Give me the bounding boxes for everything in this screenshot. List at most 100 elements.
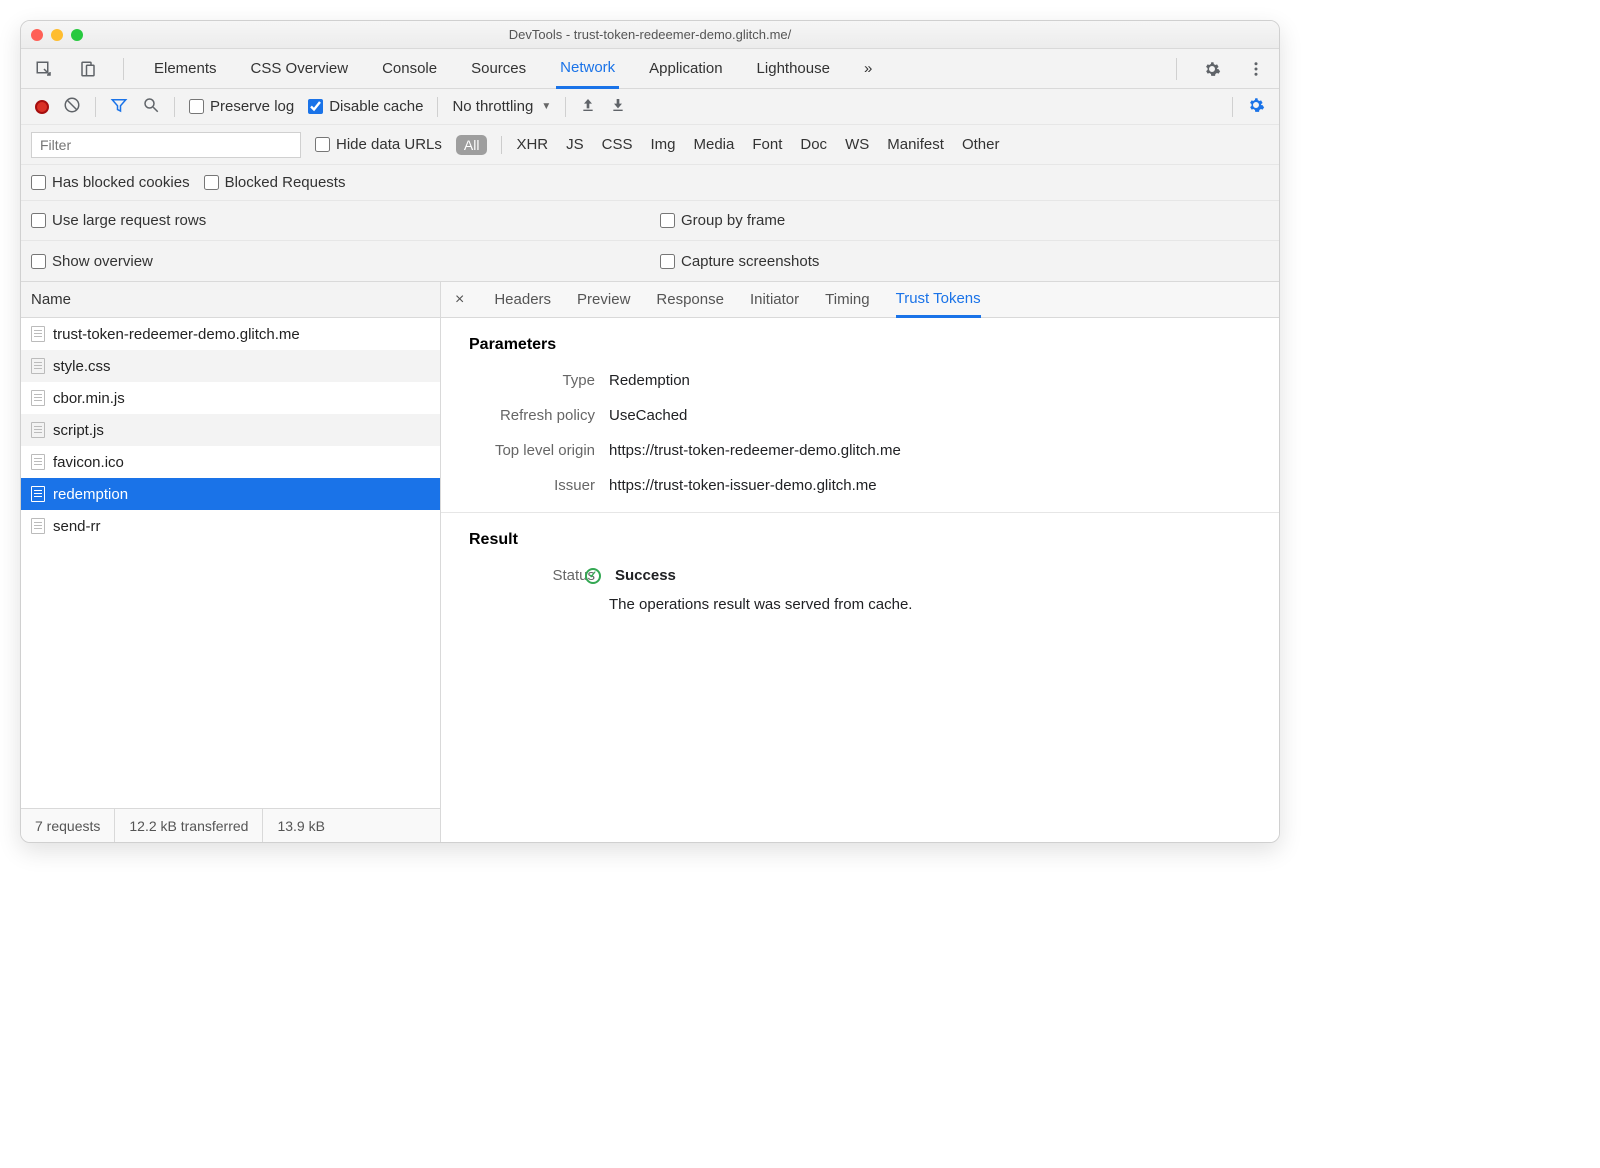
filter-type-js[interactable]: JS [566,136,584,153]
inspect-icon[interactable] [35,60,53,78]
capture-screenshots-checkbox[interactable]: Capture screenshots [660,253,819,270]
separator [1176,58,1177,80]
filter-type-ws[interactable]: WS [845,136,869,153]
request-row[interactable]: script.js [21,414,440,446]
request-row[interactable]: style.css [21,350,440,382]
tab-application[interactable]: Application [645,49,726,88]
document-icon [31,390,45,406]
status-value-text: Success [615,567,676,584]
request-name: trust-token-redeemer-demo.glitch.me [53,326,300,343]
disable-cache-checkbox[interactable]: Disable cache [308,98,423,115]
filter-types: XHR JS CSS Img Media Font Doc WS Manifest Other [516,136,999,153]
filter-type-doc[interactable]: Doc [800,136,827,153]
filter-type-xhr[interactable]: XHR [516,136,548,153]
request-name: send-rr [53,518,101,535]
request-list-panel: Name trust-token-redeemer-demo.glitch.me… [21,282,441,842]
throttling-value: No throttling [452,98,533,115]
detail-tab-response[interactable]: Response [656,282,724,317]
detail-tab-timing[interactable]: Timing [825,282,869,317]
has-blocked-cookies-checkbox[interactable]: Has blocked cookies [31,174,190,191]
tab-network[interactable]: Network [556,50,619,89]
filter-icon[interactable] [110,96,128,118]
gear-icon[interactable] [1203,60,1221,78]
param-value: https://trust-token-issuer-demo.glitch.m… [609,477,877,494]
more-tabs-button[interactable]: » [860,49,876,88]
param-label: Issuer [469,477,609,494]
blocked-requests-label: Blocked Requests [225,174,346,191]
settings-icon[interactable] [1247,96,1265,118]
tab-css-overview[interactable]: CSS Overview [247,49,353,88]
tab-elements[interactable]: Elements [150,49,221,88]
group-by-frame-checkbox[interactable]: Group by frame [660,212,785,229]
success-check-icon: ✓ [585,568,601,584]
hide-data-urls-label: Hide data URLs [336,136,442,153]
throttling-select[interactable]: No throttling ▼ [452,98,551,115]
status-value: ✓ Success The operations result was serv… [609,567,912,613]
filter-type-font[interactable]: Font [752,136,782,153]
request-list: trust-token-redeemer-demo.glitch.me style… [21,318,440,808]
request-row[interactable]: redemption [21,478,440,510]
status-resources: 13.9 kB [263,809,338,842]
options-grid: Use large request rows Group by frame Sh… [21,201,1279,282]
network-toolbar: Preserve log Disable cache No throttling… [21,89,1279,125]
capture-screenshots-label: Capture screenshots [681,253,819,270]
filter-type-media[interactable]: Media [694,136,735,153]
show-overview-label: Show overview [52,253,153,270]
detail-tab-headers[interactable]: Headers [494,282,551,317]
request-row[interactable]: send-rr [21,510,440,542]
request-name: script.js [53,422,104,439]
preserve-log-label: Preserve log [210,98,294,115]
search-icon[interactable] [142,96,160,118]
request-row[interactable]: trust-token-redeemer-demo.glitch.me [21,318,440,350]
preserve-log-checkbox[interactable]: Preserve log [189,98,294,115]
request-row[interactable]: favicon.ico [21,446,440,478]
filter-type-css[interactable]: CSS [602,136,633,153]
separator [565,97,566,117]
request-name: cbor.min.js [53,390,125,407]
separator [1232,97,1233,117]
filter-type-other[interactable]: Other [962,136,1000,153]
tab-sources[interactable]: Sources [467,49,530,88]
filter-input[interactable] [31,132,301,158]
upload-icon[interactable] [580,97,596,117]
separator [95,97,96,117]
devtools-window: DevTools - trust-token-redeemer-demo.gli… [20,20,1280,843]
group-by-frame-label: Group by frame [681,212,785,229]
separator [501,136,502,154]
tab-console[interactable]: Console [378,49,441,88]
result-section: Result Status ✓ Success The operations r… [441,513,1279,631]
detail-tab-preview[interactable]: Preview [577,282,630,317]
main-split: Name trust-token-redeemer-demo.glitch.me… [21,282,1279,842]
device-toggle-icon[interactable] [79,60,97,78]
detail-tab-initiator[interactable]: Initiator [750,282,799,317]
filter-all-pill[interactable]: All [456,135,488,155]
hide-data-urls-checkbox[interactable]: Hide data URLs [315,136,442,153]
use-large-rows-label: Use large request rows [52,212,206,229]
document-icon [31,518,45,534]
parameters-section: Parameters TypeRedemptionRefresh policyU… [441,318,1279,513]
clear-icon[interactable] [63,96,81,118]
request-name: redemption [53,486,128,503]
param-value: UseCached [609,407,687,424]
document-icon [31,486,45,502]
detail-tab-trust-tokens[interactable]: Trust Tokens [896,283,981,318]
request-list-header: Name [21,282,440,318]
blocked-requests-checkbox[interactable]: Blocked Requests [204,174,346,191]
record-button[interactable] [35,100,49,114]
show-overview-checkbox[interactable]: Show overview [31,253,153,270]
parameters-heading: Parameters [469,336,1251,354]
param-value: Redemption [609,372,690,389]
document-icon [31,326,45,342]
request-name: style.css [53,358,111,375]
use-large-rows-checkbox[interactable]: Use large request rows [31,212,206,229]
request-row[interactable]: cbor.min.js [21,382,440,414]
tab-lighthouse[interactable]: Lighthouse [753,49,834,88]
chevron-down-icon: ▼ [541,101,551,112]
request-name: favicon.ico [53,454,124,471]
download-icon[interactable] [610,97,626,117]
filter-type-img[interactable]: Img [650,136,675,153]
close-details-button[interactable]: × [451,291,468,309]
status-detail: The operations result was served from ca… [609,596,912,613]
filter-type-manifest[interactable]: Manifest [887,136,944,153]
kebab-menu-icon[interactable] [1247,60,1265,78]
